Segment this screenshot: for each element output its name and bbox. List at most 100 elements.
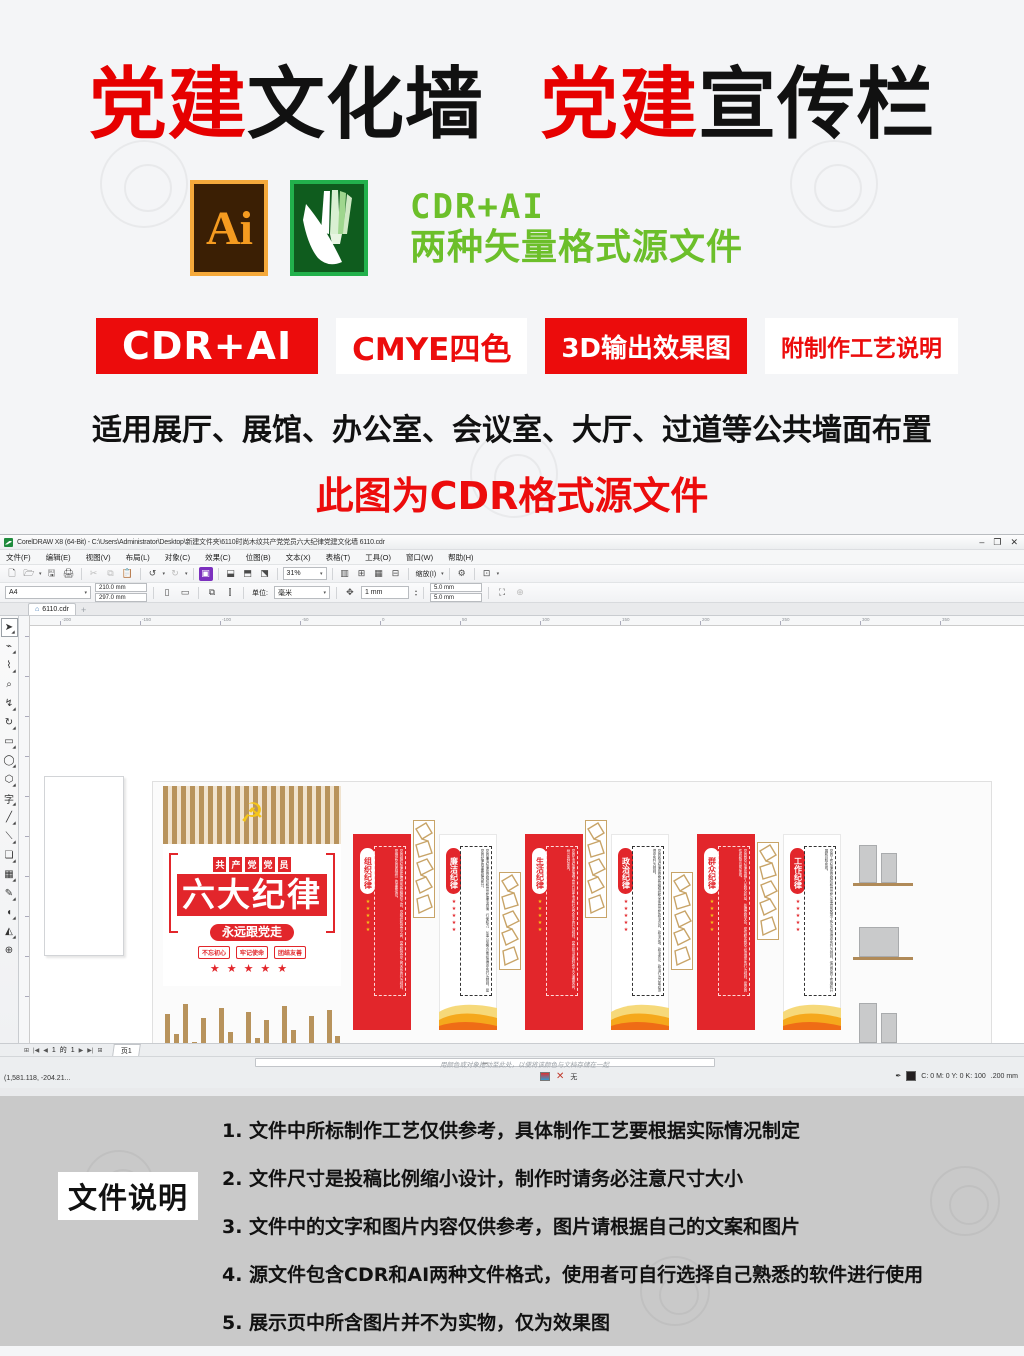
menu-effects[interactable]: 效果(C) [205, 552, 230, 563]
shape-tool-icon[interactable]: ⌁ [1, 637, 18, 656]
new-tab-icon[interactable]: + [81, 605, 86, 615]
menu-window[interactable]: 窗口(W) [406, 552, 433, 563]
discipline-panel-4[interactable]: 政治纪律 ★ ★ ★ ★ ★ 党的政治纪律是党的各级组织和全体党员在政治方向、政治立场、… [611, 834, 669, 1030]
add-tool-icon[interactable]: ⊕ [1, 941, 18, 960]
parallel-dimension-tool-icon[interactable]: ╱ [1, 808, 18, 827]
show-grid-icon[interactable]: ▦ [372, 567, 386, 581]
menu-help[interactable]: 帮助(H) [448, 552, 473, 563]
freehand-tool-icon[interactable]: ↯ [1, 694, 18, 713]
discipline-panel-3[interactable]: 生活纪律 ★ ★ ★ ★ ★ 党的生活纪律是调节党员日常生活和社会交往中的行为规则，党员… [525, 834, 583, 1030]
show-hide-rulers-icon[interactable]: ⊞ [355, 567, 369, 581]
document-tab-bar[interactable]: ⌂ 6110.cdr + [0, 603, 1024, 616]
units-dropdown-icon[interactable]: ▾ [323, 590, 326, 596]
menu-table[interactable]: 表格(T) [326, 552, 351, 563]
cut-icon[interactable]: ✂ [87, 567, 101, 581]
current-page-icon[interactable]: ⫿ [223, 586, 237, 600]
bleed-icon[interactable]: ⛶ [495, 586, 509, 600]
launcher-dropdown-icon[interactable]: ▾ [497, 571, 500, 577]
page-preset-dropdown-icon[interactable]: ▾ [84, 590, 87, 596]
redo-icon[interactable]: ↻ [168, 567, 182, 581]
fill-swatch-icon[interactable] [540, 1072, 550, 1081]
duplicate-offset-fields[interactable]: 5.0 mm 5.0 mm [429, 583, 482, 602]
property-bar[interactable]: A4 ▾ 210.0 mm 297.0 mm ▯ ▭ ⧉ ⫿ 单位: 毫米 ▾ … [0, 583, 1024, 603]
menu-object[interactable]: 对象(C) [165, 552, 190, 563]
all-pages-icon[interactable]: ⧉ [205, 586, 219, 600]
pick-tool-icon[interactable]: ➤ [0, 618, 18, 637]
export-for-web-icon[interactable]: ⬔ [258, 567, 272, 581]
duplicate-y-field[interactable]: 5.0 mm [429, 593, 482, 602]
color-eyedropper-tool-icon[interactable]: ✎ [1, 884, 18, 903]
undo-dropdown-icon[interactable]: ▾ [163, 571, 166, 577]
menu-view[interactable]: 视图(V) [86, 552, 111, 563]
artwork-group[interactable]: ☭ 共 产 党 党 员 六大纪律 永远跟党走 不忘初心 牢记使命 团结友善 ★★… [152, 781, 992, 1043]
discipline-panel-5[interactable]: 群众纪律 ★ ★ ★ ★ ★ 党的群众纪律是维护人民群众利益、处理党群关系、密切联系群众… [697, 834, 755, 1030]
document-tab[interactable]: ⌂ 6110.cdr [28, 603, 76, 615]
menu-edit[interactable]: 编辑(E) [46, 552, 71, 563]
show-guidelines-icon[interactable]: ⊟ [389, 567, 403, 581]
discipline-panel-6[interactable]: 工作纪律 ★ ★ ★ ★ ★ 党的工作纪律是党组织和党员在从事党的各项工作中必须遵守的行… [783, 834, 841, 1030]
artistic-media-tool-icon[interactable]: ↻ [1, 713, 18, 732]
page-tab-1[interactable]: 页1 [111, 1044, 141, 1056]
wood-backdrop[interactable]: ☭ 共 产 党 党 员 六大纪律 永远跟党走 不忘初心 牢记使命 团结友善 ★★… [163, 786, 341, 1043]
shelf-2[interactable] [853, 922, 913, 960]
menu-file[interactable]: 文件(F) [6, 552, 31, 563]
paste-icon[interactable]: 📋 [121, 567, 135, 581]
drawing-canvas[interactable]: -200 -150 -100 -50 0 50 100 150 200 250 … [30, 616, 1024, 1043]
full-screen-preview-icon[interactable]: ▥ [338, 567, 352, 581]
fill-outline-indicators[interactable]: ✕ 无 [540, 1071, 577, 1082]
transparency-tool-icon[interactable]: ▦ [1, 865, 18, 884]
standard-toolbar[interactable]: 🗋 🗁 ▾ 🖫 🖨 ✂ ⧉ 📋 ↺ ▾ ↻ ▾ ▣ ⬓ ⬒ ⬔ 31% ▾ ▥ … [0, 565, 1024, 583]
add-page-icon[interactable]: ⊕ [513, 586, 527, 600]
page-height-field[interactable]: 297.0 mm [95, 593, 147, 602]
restore-icon[interactable]: ❐ [993, 538, 1001, 547]
save-icon[interactable]: 🖫 [45, 567, 59, 581]
page-preset-select[interactable]: A4 ▾ [5, 586, 91, 599]
toolbox[interactable]: ➤ ⌁ ⌇ ⌕ ↯ ↻ ▭ ◯ ⬡ 字 ╱ ⟍ ❏ ▦ ✎ ◖ ◭ ⊕ [0, 616, 19, 1043]
next-page-icon[interactable]: ▶ [79, 1047, 84, 1054]
shelf-1[interactable] [853, 842, 913, 886]
units-select[interactable]: 毫米 ▾ [273, 586, 330, 599]
page-rectangle[interactable] [44, 776, 124, 956]
portrait-orientation-icon[interactable]: ▯ [160, 586, 174, 600]
landscape-orientation-icon[interactable]: ▭ [178, 586, 192, 600]
export-icon[interactable]: ⬓ [224, 567, 238, 581]
page-size-fields[interactable]: 210.0 mm 297.0 mm [95, 583, 147, 602]
print-icon[interactable]: 🖨 [62, 567, 76, 581]
text-tool-icon[interactable]: 字 [1, 789, 18, 808]
minimize-icon[interactable]: – [979, 538, 984, 547]
interactive-fill-tool-icon[interactable]: ◖ [1, 903, 18, 922]
menu-tools[interactable]: 工具(O) [365, 552, 391, 563]
shelf-3[interactable] [853, 1000, 913, 1043]
page-add-end-icon[interactable]: ⊞ [97, 1047, 102, 1054]
copy-icon[interactable]: ⧉ [104, 567, 118, 581]
new-document-icon[interactable]: 🗋 [5, 567, 19, 581]
last-page-icon[interactable]: ▶| [87, 1047, 93, 1054]
menu-bar[interactable]: 文件(F) 编辑(E) 视图(V) 布局(L) 对象(C) 效果(C) 位图(B… [0, 550, 1024, 565]
first-page-icon[interactable]: |◀ [33, 1047, 39, 1054]
no-fill-icon[interactable]: ✕ [556, 1071, 564, 1082]
smart-fill-tool-icon[interactable]: ◭ [1, 922, 18, 941]
redo-dropdown-icon[interactable]: ▾ [185, 571, 188, 577]
import-icon[interactable]: ▣ [198, 566, 213, 581]
nudge-distance-field[interactable]: 1 mm [360, 586, 409, 599]
nudge-spinner[interactable]: ▴ ▾ [415, 588, 417, 597]
page-width-field[interactable]: 210.0 mm [95, 583, 147, 592]
window-controls[interactable]: – ❐ ✕ [979, 535, 1022, 550]
drop-shadow-tool-icon[interactable]: ❏ [1, 846, 18, 865]
polygon-tool-icon[interactable]: ⬡ [1, 770, 18, 789]
publish-pdf-icon[interactable]: ⬒ [241, 567, 255, 581]
prev-page-icon[interactable]: ◀ [43, 1047, 48, 1054]
undo-icon[interactable]: ↺ [146, 567, 160, 581]
outline-color-swatch[interactable] [906, 1071, 917, 1081]
menu-text[interactable]: 文本(X) [286, 552, 311, 563]
duplicate-x-field[interactable]: 5.0 mm [429, 583, 482, 592]
menu-layout[interactable]: 布局(L) [126, 552, 150, 563]
open-dropdown-icon[interactable]: ▾ [39, 571, 42, 577]
open-document-icon[interactable]: 🗁 [22, 567, 36, 581]
application-launcher-icon[interactable]: ⊡ [480, 567, 494, 581]
options-gear-icon[interactable]: ⚙ [455, 567, 469, 581]
zoom-tool-icon[interactable]: ⌕ [1, 675, 18, 694]
page-navigator[interactable]: ⊞ |◀ ◀ 1 的 1 ▶ ▶| ⊞ 页1 [0, 1043, 1024, 1056]
discipline-panel-2[interactable]: 廉洁纪律 ★ ★ ★ ★ ★ 党的廉洁纪律是党组织和党员在廉洁自律、行使权力、从事公务等… [439, 834, 497, 1030]
ellipse-tool-icon[interactable]: ◯ [1, 751, 18, 770]
